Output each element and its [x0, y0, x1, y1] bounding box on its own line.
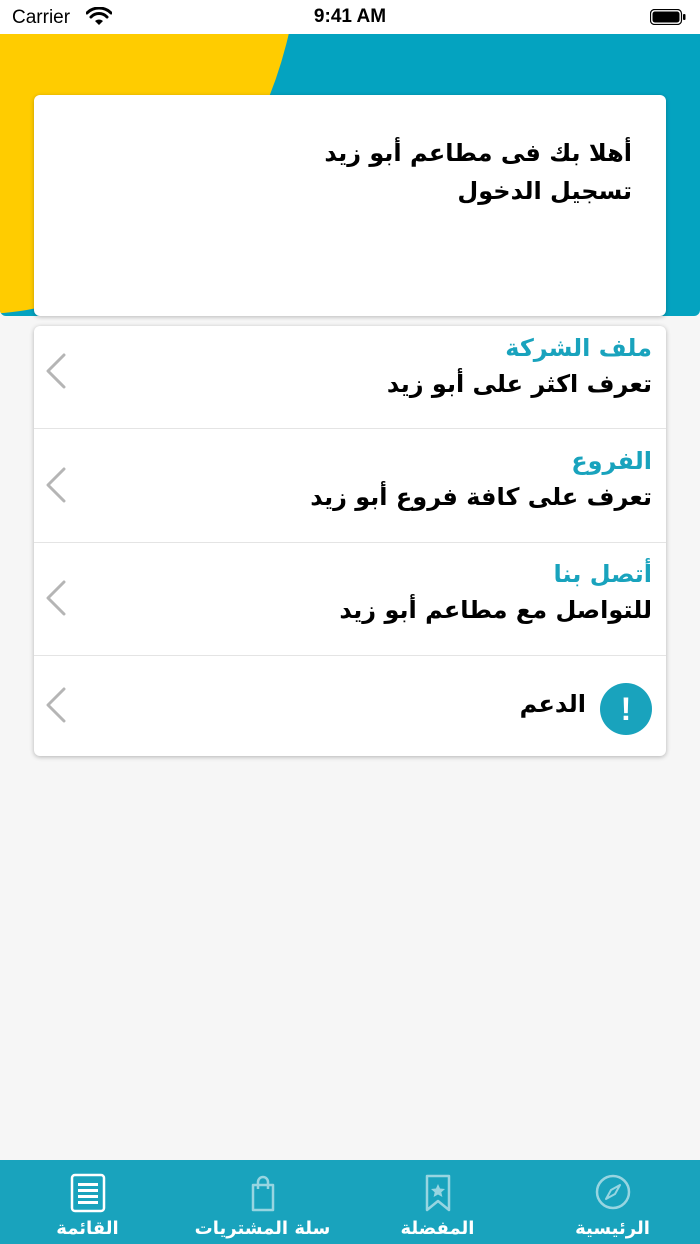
exclamation-icon: ! [600, 683, 652, 735]
menu-item-title: أتصل بنا [553, 560, 652, 588]
welcome-card[interactable]: أهلا بك فى مطاعم أبو زيد تسجيل الدخول [34, 95, 666, 316]
menu-item-contact-us[interactable]: أتصل بنا للتواصل مع مطاعم أبو زيد [34, 543, 666, 656]
chevron-left-icon [46, 467, 66, 503]
menu-list: ملف الشركة تعرف اكثر على أبو زيد الفروع … [34, 326, 666, 756]
tab-menu[interactable]: القائمة [0, 1160, 175, 1244]
tab-label: القائمة [56, 1218, 119, 1239]
welcome-text: أهلا بك فى مطاعم أبو زيد [324, 139, 632, 167]
menu-item-branches[interactable]: الفروع تعرف على كافة فروع أبو زيد [34, 429, 666, 543]
tab-label: المفضلة [400, 1218, 475, 1239]
clock: 9:41 AM [313, 6, 387, 27]
menu-item-subtitle: تعرف اكثر على أبو زيد [386, 370, 652, 398]
tab-favorites[interactable]: المفضلة [350, 1160, 525, 1244]
bookmark-icon [425, 1174, 451, 1212]
menu-item-title: الفروع [571, 447, 652, 475]
menu-item-subtitle: تعرف على كافة فروع أبو زيد [310, 483, 652, 511]
status-bar: Carrier 9:41 AM [0, 0, 700, 34]
login-link[interactable]: تسجيل الدخول [457, 177, 632, 205]
tab-bar: الرئيسية المفضلة سلة المشتريات القائمة [0, 1160, 700, 1244]
battery-icon [650, 9, 686, 25]
menu-item-support[interactable]: ! الدعم [34, 656, 666, 756]
menu-item-title: ملف الشركة [505, 334, 652, 362]
menu-item-title: الدعم [519, 690, 586, 718]
shopping-bag-icon [251, 1175, 275, 1212]
menu-item-company-profile[interactable]: ملف الشركة تعرف اكثر على أبو زيد [34, 326, 666, 429]
tab-cart[interactable]: سلة المشتريات [175, 1160, 350, 1244]
chevron-left-icon [46, 580, 66, 616]
chevron-left-icon [46, 687, 66, 723]
tab-label: الرئيسية [575, 1218, 650, 1239]
compass-icon [595, 1174, 631, 1210]
list-icon [70, 1173, 106, 1213]
tab-label: سلة المشتريات [194, 1218, 331, 1239]
tab-home[interactable]: الرئيسية [525, 1160, 700, 1244]
chevron-left-icon [46, 353, 66, 389]
menu-item-subtitle: للتواصل مع مطاعم أبو زيد [339, 596, 652, 624]
